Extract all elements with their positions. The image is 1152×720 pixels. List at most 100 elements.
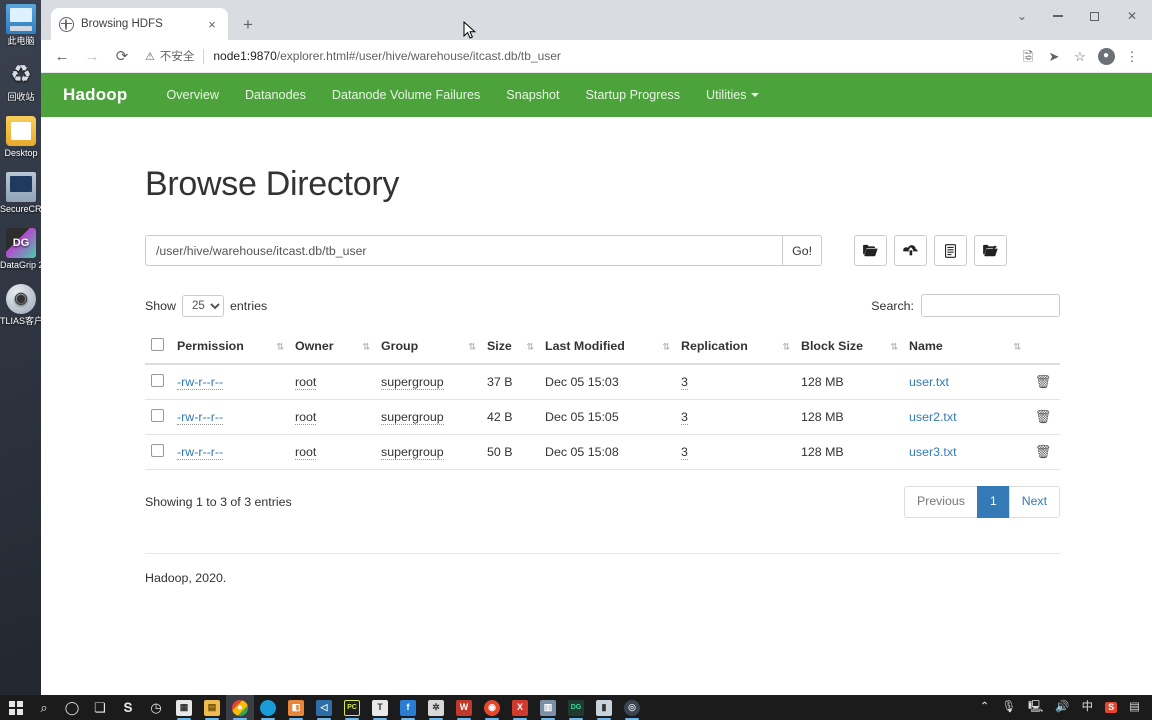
typora-icon[interactable]: T	[366, 695, 394, 720]
app-icon-3[interactable]: ▦	[170, 695, 198, 720]
notifications-icon[interactable]: ▤	[1123, 695, 1146, 720]
column-header-size[interactable]: Size ⇅	[481, 330, 539, 365]
column-header-group[interactable]: Group ⇅	[375, 330, 481, 365]
table-row[interactable]: -rw-r--r-- root supergroup 42 B Dec 05 1…	[145, 399, 1060, 435]
minimize-button[interactable]	[1040, 0, 1076, 32]
permission-value[interactable]: -rw-r--r--	[177, 375, 224, 390]
column-header-replication[interactable]: Replication ⇅	[675, 330, 795, 365]
app-icon-2[interactable]: ◷	[142, 695, 170, 720]
column-header-permission[interactable]: Permission ⇅	[171, 330, 289, 365]
file-link[interactable]: user.txt	[909, 375, 949, 389]
pagination-next[interactable]: Next	[1008, 486, 1060, 518]
forward-button[interactable]: →	[79, 43, 105, 69]
browse-folder-button[interactable]	[854, 235, 887, 266]
replication-value[interactable]: 3	[681, 410, 688, 425]
file-link[interactable]: user2.txt	[909, 410, 957, 424]
tab-browsing-hdfs[interactable]: Browsing HDFS ×	[51, 8, 228, 40]
new-tab-button[interactable]: +	[234, 10, 262, 38]
replication-value[interactable]: 3	[681, 445, 688, 460]
trash-icon[interactable]: 🗑	[1035, 374, 1052, 389]
close-icon[interactable]: ×	[204, 16, 220, 32]
pagination-page-1[interactable]: 1	[976, 486, 1010, 518]
table-row[interactable]: -rw-r--r-- root supergroup 50 B Dec 05 1…	[145, 434, 1060, 470]
file-explorer-icon[interactable]: ▤	[198, 695, 226, 720]
app-icon-1[interactable]: 𝐒	[114, 695, 142, 720]
app-icon-7[interactable]: ◉	[478, 695, 506, 720]
back-button[interactable]: ←	[49, 43, 75, 69]
app-icon-5[interactable]: f	[394, 695, 422, 720]
edge-icon[interactable]	[254, 695, 282, 720]
pagination-previous[interactable]: Previous	[904, 486, 978, 518]
permission-value[interactable]: -rw-r--r--	[177, 445, 224, 460]
app-icon-8[interactable]: ▥	[534, 695, 562, 720]
share-icon[interactable]: ➤	[1042, 44, 1066, 68]
nav-utilities[interactable]: Utilities	[693, 77, 772, 114]
wps-writer-icon[interactable]: W	[450, 695, 478, 720]
ime-indicator[interactable]: 中	[1076, 695, 1100, 720]
nav-datanodes[interactable]: Datanodes	[232, 77, 319, 114]
app-icon-9[interactable]: ▮	[590, 695, 618, 720]
cortana-icon[interactable]: ◯	[58, 695, 86, 720]
close-window-button[interactable]: ✕	[1112, 0, 1152, 32]
volume-icon[interactable]: 🔊	[1049, 695, 1075, 720]
show-hidden-icons[interactable]: ⌃	[974, 695, 996, 720]
search-input[interactable]	[921, 294, 1060, 317]
desktop-icon-desktop-folder[interactable]: Desktop	[0, 116, 42, 158]
task-view-icon[interactable]: ❏	[86, 695, 114, 720]
column-header-owner[interactable]: Owner ⇅	[289, 330, 375, 365]
desktop-icon-securecrt[interactable]: SecureCRT	[0, 172, 42, 214]
go-button[interactable]: Go!	[782, 235, 822, 266]
permission-value[interactable]: -rw-r--r--	[177, 410, 224, 425]
trash-icon[interactable]: 🗑	[1035, 409, 1052, 424]
chrome-menu-button[interactable]: ⋮	[1120, 44, 1144, 68]
network-icon[interactable]: 🖳	[1022, 695, 1049, 720]
hadoop-brand[interactable]: Hadoop	[63, 85, 127, 105]
trash-icon[interactable]: 🗑	[1035, 444, 1052, 459]
address-bar[interactable]: ⚠ 不安全 node1:9870/explorer.html#/user/hiv…	[139, 44, 1012, 68]
file-link[interactable]: user3.txt	[909, 445, 957, 459]
reload-button[interactable]: ⟳	[109, 43, 135, 69]
nav-startup-progress[interactable]: Startup Progress	[573, 77, 694, 114]
column-header-block-size[interactable]: Block Size ⇅	[795, 330, 903, 365]
desktop-icon-recycle-bin[interactable]: ♻ 回收站	[0, 60, 42, 103]
sogou-input-icon[interactable]: S	[1099, 695, 1123, 720]
row-checkbox[interactable]	[151, 444, 164, 457]
typora-tile-icon: T	[372, 699, 388, 716]
upload-file-button[interactable]	[894, 235, 927, 266]
folder-icon	[6, 116, 36, 146]
datagrip-icon[interactable]: DG	[562, 695, 590, 720]
maximize-button[interactable]	[1076, 0, 1112, 32]
excel-icon[interactable]: X	[506, 695, 534, 720]
chrome-icon[interactable]: ●	[226, 695, 254, 720]
replication-value[interactable]: 3	[681, 375, 688, 390]
app-icon-10[interactable]: ◎	[618, 695, 646, 720]
directory-path-input[interactable]	[145, 235, 783, 266]
column-header-last-modified[interactable]: Last Modified ⇅	[539, 330, 675, 365]
select-all-checkbox[interactable]	[151, 338, 164, 351]
search-icon[interactable]: ⌕	[30, 695, 58, 720]
desktop-icon-datagrip[interactable]: DG DataGrip 2020.1 x	[0, 228, 42, 270]
translate-icon[interactable]: 🗟	[1016, 44, 1040, 68]
cut-paste-button[interactable]	[934, 235, 967, 266]
nav-overview[interactable]: Overview	[153, 77, 231, 114]
app-icon-4[interactable]: ◧	[282, 695, 310, 720]
vscode-icon[interactable]: ◁	[310, 695, 338, 720]
profile-avatar[interactable]: ●	[1094, 44, 1118, 68]
row-checkbox[interactable]	[151, 374, 164, 387]
table-row[interactable]: -rw-r--r-- root supergroup 37 B Dec 05 1…	[145, 364, 1060, 400]
row-checkbox[interactable]	[151, 409, 164, 422]
nav-datanode-volume-failures[interactable]: Datanode Volume Failures	[319, 77, 493, 114]
create-directory-button[interactable]	[974, 235, 1007, 266]
pycharm-icon[interactable]: PC	[338, 695, 366, 720]
column-header-name[interactable]: Name ⇅	[903, 330, 1026, 365]
chevron-down-icon[interactable]: ⌄	[1004, 0, 1040, 32]
microphone-icon[interactable]: 🎙	[995, 695, 1022, 720]
column-header-actions	[1026, 330, 1060, 365]
bookmark-star-icon[interactable]: ☆	[1068, 44, 1092, 68]
desktop-icon-tlias[interactable]: ◉ TLIAS客户	[0, 284, 42, 326]
app-icon-6[interactable]: ✲	[422, 695, 450, 720]
entries-per-page-select[interactable]: 25	[182, 294, 224, 317]
nav-snapshot[interactable]: Snapshot	[493, 77, 572, 114]
start-button[interactable]	[2, 695, 30, 720]
desktop-icon-this-pc[interactable]: 此电脑	[0, 4, 42, 46]
